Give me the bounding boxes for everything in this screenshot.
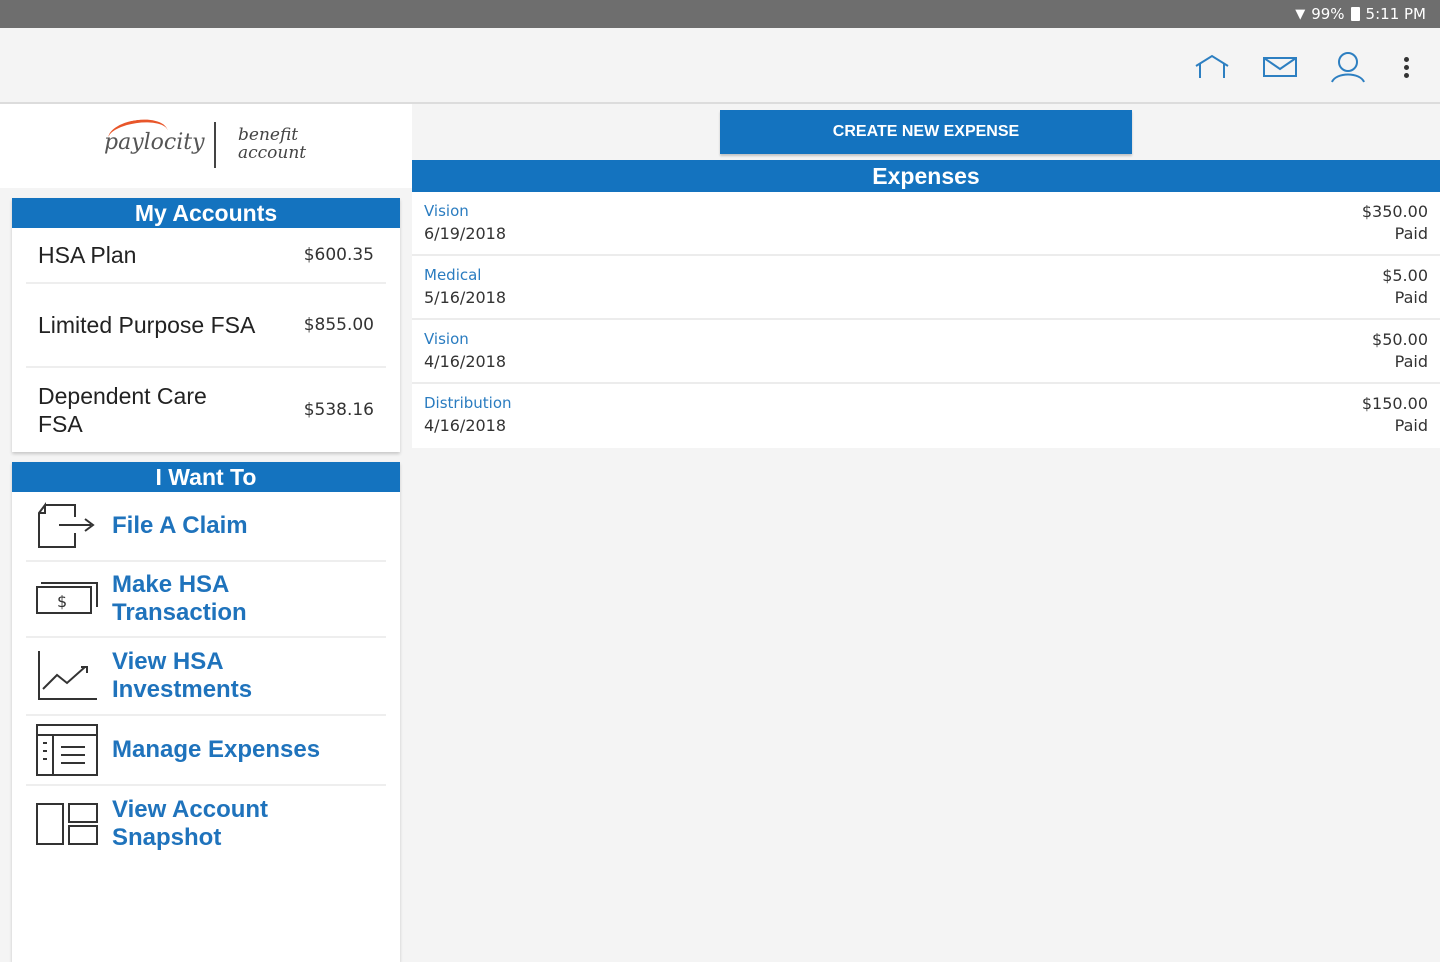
file-claim-item[interactable]: File A Claim	[26, 492, 386, 562]
app-bar	[0, 28, 1440, 104]
expense-status: Paid	[1394, 416, 1428, 435]
my-accounts-title: My Accounts	[12, 198, 400, 228]
expense-amount: $150.00	[1361, 394, 1428, 413]
account-amount: $855.00	[303, 315, 374, 335]
account-amount: $538.16	[303, 400, 374, 420]
expense-row[interactable]: Medical 5/16/2018 $5.00 Paid	[412, 256, 1440, 320]
make-hsa-transaction-item[interactable]: $ Make HSA Transaction	[26, 562, 386, 638]
i-want-to-title: I Want To	[12, 462, 400, 492]
account-name: Dependent Care FSA	[38, 383, 207, 437]
logo: paylocity benefit account	[0, 104, 412, 188]
expense-date: 5/16/2018	[424, 288, 507, 307]
money-icon: $	[34, 573, 100, 625]
create-new-expense-button[interactable]: CREATE NEW EXPENSE	[720, 110, 1132, 154]
menu-label: Make HSA Transaction	[112, 571, 247, 626]
file-claim-icon	[34, 500, 100, 552]
home-icon[interactable]	[1192, 48, 1232, 86]
wifi-icon: ▼	[1295, 6, 1306, 22]
account-name: Limited Purpose FSA	[38, 312, 256, 338]
my-accounts-card: My Accounts HSA Plan $600.35 Limited Pur…	[12, 198, 400, 452]
expense-row[interactable]: Vision 6/19/2018 $350.00 Paid	[412, 192, 1440, 256]
list-icon	[34, 724, 100, 776]
view-account-snapshot-item[interactable]: View Account Snapshot	[26, 786, 386, 862]
logo-product-line2: account	[238, 143, 307, 163]
expense-status: Paid	[1394, 352, 1428, 371]
svg-text:$: $	[57, 592, 67, 611]
battery-icon	[1350, 7, 1360, 21]
expense-amount: $50.00	[1372, 330, 1428, 349]
chart-icon	[34, 650, 100, 702]
account-name: HSA Plan	[38, 242, 137, 268]
expense-row[interactable]: Distribution 4/16/2018 $150.00 Paid	[412, 384, 1440, 448]
snapshot-icon	[34, 798, 100, 850]
profile-icon[interactable]	[1328, 48, 1368, 86]
logo-product: benefit account	[238, 126, 306, 162]
account-row-hsa[interactable]: HSA Plan $600.35	[26, 228, 386, 284]
expenses-title: Expenses	[412, 160, 1440, 192]
expenses-list: Vision 6/19/2018 $350.00 Paid Medical 5/…	[412, 192, 1440, 448]
expense-category: Vision	[424, 330, 469, 348]
expense-date: 6/19/2018	[424, 224, 507, 243]
menu-label: Manage Expenses	[112, 736, 321, 763]
expense-category: Distribution	[424, 394, 512, 412]
logo-product-line1: benefit	[238, 125, 299, 145]
logo-divider	[214, 122, 216, 168]
account-row-limited-fsa[interactable]: Limited Purpose FSA $855.00	[26, 284, 386, 368]
manage-expenses-item[interactable]: Manage Expenses	[26, 716, 386, 786]
menu-label: View HSA Investments	[112, 648, 253, 703]
i-want-to-card: I Want To File A Claim $ Make HSA Transa…	[12, 462, 400, 962]
account-row-dependent-fsa[interactable]: Dependent Care FSA $538.16	[26, 368, 386, 452]
mail-icon[interactable]	[1260, 48, 1300, 86]
expense-date: 4/16/2018	[424, 352, 507, 371]
expense-status: Paid	[1394, 288, 1428, 307]
menu-label: View Account Snapshot	[112, 796, 269, 851]
left-panel: paylocity benefit account My Accounts HS…	[0, 104, 412, 962]
clock: 5:11 PM	[1365, 5, 1426, 23]
expense-date: 4/16/2018	[424, 416, 507, 435]
battery-percent: 99%	[1311, 5, 1345, 23]
expense-status: Paid	[1394, 224, 1428, 243]
menu-label: File A Claim	[112, 512, 248, 539]
logo-brand: paylocity	[104, 130, 205, 155]
account-amount: $600.35	[303, 245, 374, 265]
expense-amount: $350.00	[1361, 202, 1428, 221]
more-vert-icon[interactable]	[1396, 48, 1416, 86]
expense-category: Medical	[424, 266, 482, 284]
status-bar: ▼ 99% 5:11 PM	[0, 0, 1440, 28]
expense-category: Vision	[424, 202, 469, 220]
expenses-panel: CREATE NEW EXPENSE Expenses Vision 6/19/…	[412, 104, 1440, 900]
expense-amount: $5.00	[1382, 266, 1428, 285]
view-hsa-investments-item[interactable]: View HSA Investments	[26, 638, 386, 716]
expense-row[interactable]: Vision 4/16/2018 $50.00 Paid	[412, 320, 1440, 384]
